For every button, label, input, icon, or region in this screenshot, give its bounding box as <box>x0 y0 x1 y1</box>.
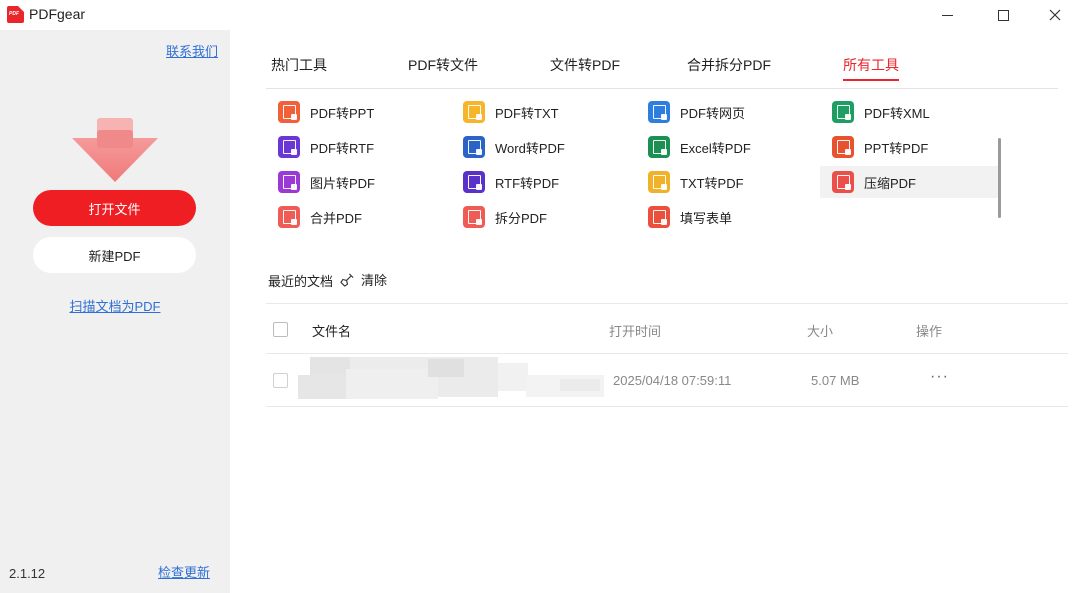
tab-all-tools[interactable]: 所有工具 <box>843 55 899 81</box>
minimize-button[interactable] <box>924 0 970 30</box>
new-pdf-button[interactable]: 新建PDF <box>33 237 196 273</box>
recent-documents-title: 最近的文档 <box>268 274 334 289</box>
tab-merge-split[interactable]: 合并拆分PDF <box>687 55 771 75</box>
maximize-button[interactable] <box>980 0 1026 30</box>
ppt-to-pdf-icon <box>832 136 854 158</box>
maximize-icon <box>997 9 1009 21</box>
tools-scrollbar[interactable] <box>998 138 1001 218</box>
column-filename: 文件名 <box>312 324 352 339</box>
pdfgear-logo-icon: PDF <box>7 6 24 23</box>
pdf-to-rtf-icon <box>278 136 300 158</box>
tool-merge-pdf[interactable]: 合并PDF <box>266 201 446 233</box>
tool-image-to-pdf[interactable]: 图片转PDF <box>266 166 446 198</box>
close-button[interactable] <box>1032 0 1078 30</box>
contact-us-link[interactable]: 联系我们 <box>166 41 218 60</box>
tools-grid: PDF转PPT PDF转TXT PDF转网页 PDF转XML PDF转RTF W… <box>266 94 1006 236</box>
blurred-filename <box>298 357 604 401</box>
compress-pdf-icon <box>832 171 854 193</box>
split-pdf-icon <box>463 206 485 228</box>
pdf-to-xml-icon <box>832 101 854 123</box>
tool-pdf-to-ppt[interactable]: PDF转PPT <box>266 96 446 128</box>
txt-to-pdf-icon <box>648 171 670 193</box>
tool-compress-pdf[interactable]: 压缩PDF <box>820 166 1000 198</box>
excel-to-pdf-icon <box>648 136 670 158</box>
open-file-button[interactable]: 打开文件 <box>33 190 196 226</box>
pdf-to-txt-icon <box>463 101 485 123</box>
table-row[interactable]: 2025/04/18 07:59:11 5.07 MB ··· <box>266 354 1068 407</box>
tool-txt-to-pdf[interactable]: TXT转PDF <box>636 166 816 198</box>
rtf-to-pdf-icon <box>463 171 485 193</box>
column-size: 大小 <box>807 324 834 339</box>
tool-pdf-to-xml[interactable]: PDF转XML <box>820 96 1000 128</box>
row-more-actions-button[interactable]: ··· <box>930 368 949 386</box>
image-to-pdf-icon <box>278 171 300 193</box>
minimize-icon <box>941 14 953 16</box>
select-all-checkbox[interactable] <box>273 322 288 337</box>
tool-ppt-to-pdf[interactable]: PPT转PDF <box>820 131 1000 163</box>
check-update-link[interactable]: 检查更新 <box>158 562 210 581</box>
tool-pdf-to-txt[interactable]: PDF转TXT <box>451 96 631 128</box>
fill-form-icon <box>648 206 670 228</box>
tool-rtf-to-pdf[interactable]: RTF转PDF <box>451 166 631 198</box>
table-header: 文件名 打开时间 大小 操作 <box>266 303 1068 354</box>
row-open-time: 2025/04/18 07:59:11 <box>613 373 732 388</box>
row-size: 5.07 MB <box>811 373 860 388</box>
close-icon <box>1049 9 1061 21</box>
title-bar: PDF PDFgear <box>0 0 1080 30</box>
scan-to-pdf-link[interactable]: 扫描文档为PDF <box>0 296 230 315</box>
column-actions: 操作 <box>916 324 943 339</box>
clear-recent-button[interactable]: 清除 <box>340 270 387 289</box>
tab-file-to-pdf[interactable]: 文件转PDF <box>550 55 620 75</box>
tool-excel-to-pdf[interactable]: Excel转PDF <box>636 131 816 163</box>
pdf-to-ppt-icon <box>278 101 300 123</box>
tool-fill-form[interactable]: 填写表单 <box>636 201 816 233</box>
tab-hot-tools[interactable]: 热门工具 <box>271 55 327 75</box>
row-checkbox[interactable] <box>273 373 288 388</box>
tool-tabs: 热门工具 PDF转文件 文件转PDF 合并拆分PDF 所有工具 <box>266 52 1058 89</box>
app-title: PDFgear <box>29 6 86 22</box>
pdf-to-web-icon <box>648 101 670 123</box>
recent-documents-table: 文件名 打开时间 大小 操作 2025/04/18 07:59:11 5.07 … <box>266 303 1068 407</box>
tool-pdf-to-web[interactable]: PDF转网页 <box>636 96 816 128</box>
version-label: 2.1.12 <box>9 566 46 581</box>
tool-word-to-pdf[interactable]: Word转PDF <box>451 131 631 163</box>
sidebar: 联系我们 打开文件 新建PDF 扫描文档为PDF 2.1.12 检查更新 <box>0 30 230 593</box>
download-arrow-icon <box>72 118 158 182</box>
tool-pdf-to-rtf[interactable]: PDF转RTF <box>266 131 446 163</box>
column-open-time: 打开时间 <box>609 324 662 339</box>
merge-pdf-icon <box>278 206 300 228</box>
tool-split-pdf[interactable]: 拆分PDF <box>451 201 631 233</box>
tab-pdf-to-file[interactable]: PDF转文件 <box>408 55 478 75</box>
word-to-pdf-icon <box>463 136 485 158</box>
broom-icon <box>340 273 354 287</box>
